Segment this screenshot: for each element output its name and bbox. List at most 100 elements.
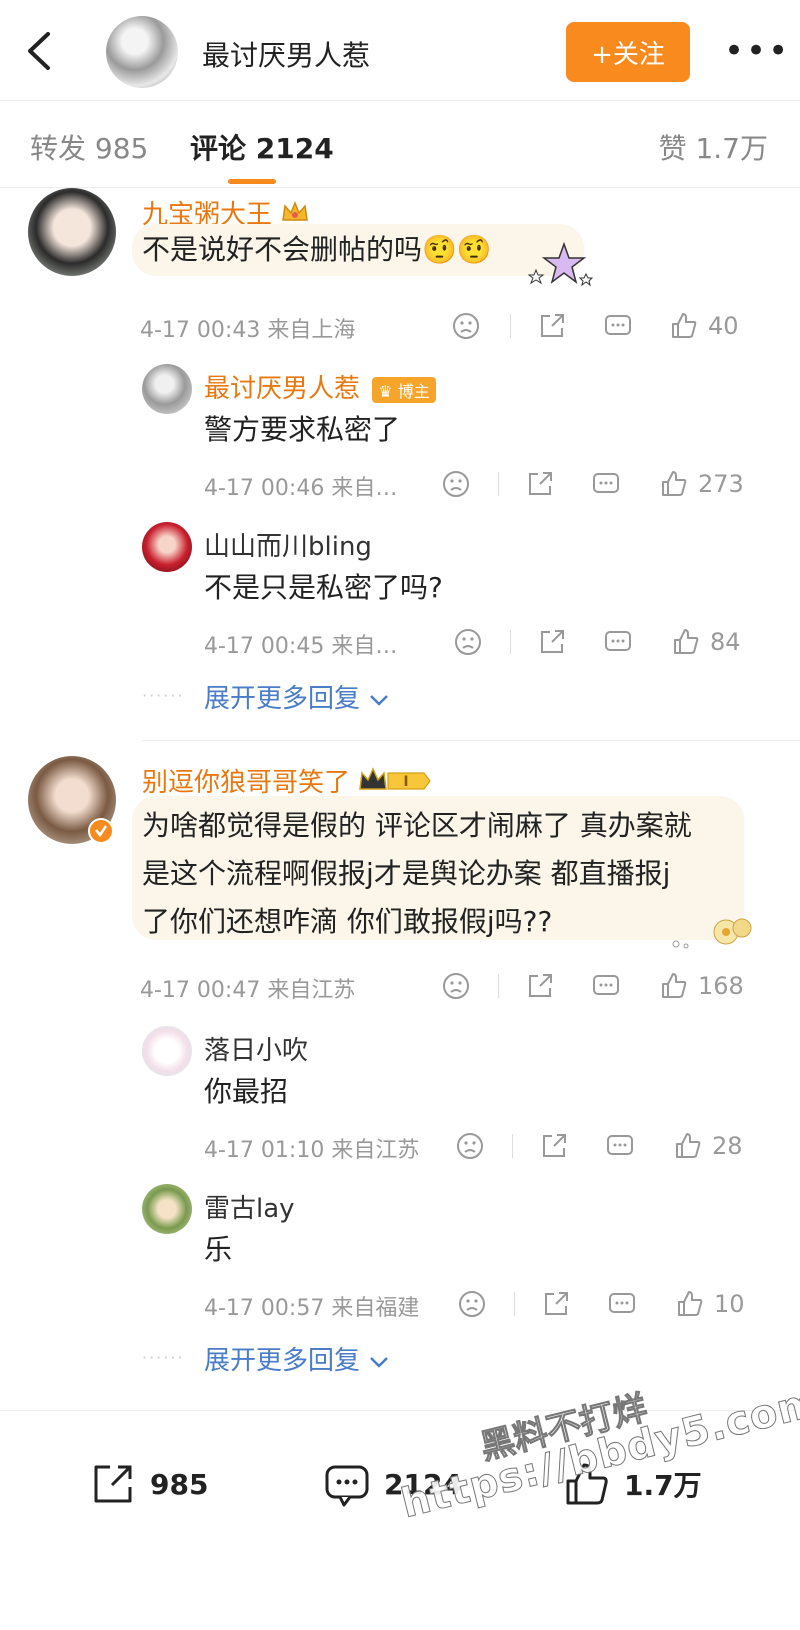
reply-text: 乐 bbox=[204, 1233, 233, 1266]
expand-dots: ······ bbox=[142, 1348, 185, 1367]
repost-button[interactable]: 985 bbox=[88, 1459, 208, 1509]
like-count: 10 bbox=[714, 1290, 745, 1318]
reply-actions: 273 bbox=[440, 464, 780, 504]
comment-text-body: 不是说好不会删帖的吗 bbox=[142, 233, 423, 266]
expand-replies-link[interactable]: 展开更多回复 bbox=[204, 678, 390, 715]
like-button[interactable]: 10 bbox=[674, 1284, 745, 1324]
comment-icon bbox=[593, 473, 619, 493]
active-tab-indicator bbox=[228, 179, 276, 184]
expand-dots: ······ bbox=[142, 686, 185, 705]
chevron-down-icon bbox=[370, 694, 389, 706]
like-button[interactable]: 40 bbox=[668, 306, 739, 346]
tab-repost[interactable]: 转发 985 bbox=[30, 127, 148, 167]
confused-emoji-icon: 🤨🤨 bbox=[422, 233, 492, 266]
divider bbox=[512, 1134, 513, 1158]
verified-icon bbox=[88, 818, 114, 848]
frown-icon bbox=[455, 629, 481, 655]
frown-icon bbox=[453, 313, 479, 339]
like-button[interactable]: 84 bbox=[670, 622, 741, 662]
share-button[interactable] bbox=[536, 622, 568, 662]
author-badge: ♛ 博主 bbox=[372, 376, 436, 403]
badge-label: 博主 bbox=[397, 381, 430, 401]
share-button[interactable] bbox=[536, 306, 568, 346]
like-button[interactable]: 28 bbox=[672, 1126, 743, 1166]
expand-label: 展开更多回复 bbox=[204, 1346, 361, 1376]
dislike-button[interactable] bbox=[456, 1284, 488, 1324]
reply-text: 不是只是私密了吗? bbox=[204, 571, 443, 604]
avatar[interactable] bbox=[142, 1184, 192, 1234]
share-button[interactable] bbox=[540, 1284, 572, 1324]
divider bbox=[498, 974, 499, 998]
reply-username[interactable]: 最讨厌男人惹 ♛ 博主 bbox=[204, 368, 436, 405]
reply-meta: 4-17 00:46 来自… bbox=[204, 476, 398, 501]
username-text: 最讨厌男人惹 bbox=[204, 374, 361, 404]
share-button[interactable] bbox=[538, 1126, 570, 1166]
avatar[interactable] bbox=[142, 522, 192, 572]
frown-icon bbox=[443, 471, 469, 497]
reply-actions: 84 bbox=[452, 622, 782, 662]
share-button[interactable] bbox=[524, 464, 556, 504]
level-badge-label: I bbox=[404, 774, 409, 790]
tab-comments[interactable]: 评论 2124 bbox=[190, 127, 334, 167]
tab-bar: 转发 985 评论 2124 赞 1.7万 bbox=[0, 100, 800, 188]
comment-icon bbox=[607, 1135, 633, 1155]
share-button[interactable] bbox=[524, 966, 556, 1006]
avatar[interactable] bbox=[28, 188, 116, 276]
reply-username[interactable]: 山山而川bling bbox=[204, 526, 372, 563]
tab-likes[interactable]: 赞 1.7万 bbox=[659, 127, 768, 167]
share-icon bbox=[541, 630, 564, 653]
like-count: 84 bbox=[710, 628, 741, 656]
back-button[interactable] bbox=[20, 28, 60, 74]
share-icon bbox=[529, 472, 552, 495]
expand-replies-link[interactable]: 展开更多回复 bbox=[204, 1340, 390, 1377]
comment-meta: 4-17 00:43 来自上海 bbox=[140, 318, 356, 343]
follow-button[interactable]: +关注 bbox=[566, 22, 690, 82]
more-icon[interactable]: ••• bbox=[724, 34, 790, 68]
comment-text-line: 为啥都觉得是假的 评论区才闹麻了 真办案就 bbox=[142, 809, 692, 842]
reply-button[interactable] bbox=[590, 966, 622, 1006]
comment-text-line: 了你们还想咋滴 你们敢报假j吗?? bbox=[142, 905, 553, 938]
like-button[interactable]: 273 bbox=[658, 464, 744, 504]
avatar[interactable] bbox=[142, 364, 192, 414]
reply-button[interactable] bbox=[590, 464, 622, 504]
share-icon bbox=[543, 1134, 566, 1157]
thumbs-up-icon bbox=[676, 1133, 701, 1158]
reply-username[interactable]: 落日小吹 bbox=[204, 1030, 308, 1067]
comment-actions: 40 bbox=[450, 306, 770, 346]
reply-button[interactable] bbox=[606, 1284, 638, 1324]
dislike-button[interactable] bbox=[452, 622, 484, 662]
page-title[interactable]: 最讨厌男人惹 bbox=[202, 34, 370, 74]
share-icon bbox=[529, 974, 552, 997]
thumbs-up-icon bbox=[662, 973, 687, 998]
dislike-button[interactable] bbox=[454, 1126, 486, 1166]
like-count: 28 bbox=[712, 1132, 743, 1160]
comment-actions: 168 bbox=[440, 966, 780, 1006]
like-button[interactable]: 168 bbox=[658, 966, 744, 1006]
comment-text-line: 是这个流程啊假报j才是舆论办案 都直播报j bbox=[142, 857, 671, 890]
repost-count: 985 bbox=[150, 1467, 209, 1501]
comment-icon bbox=[609, 1293, 635, 1313]
avatar[interactable] bbox=[106, 16, 178, 88]
reply-button[interactable] bbox=[602, 622, 634, 662]
dislike-button[interactable] bbox=[450, 306, 482, 346]
thumbs-up-icon bbox=[674, 629, 699, 654]
dislike-button[interactable] bbox=[440, 464, 472, 504]
comment-icon bbox=[605, 631, 631, 651]
divider bbox=[510, 314, 511, 338]
dislike-button[interactable] bbox=[440, 966, 472, 1006]
reply-button[interactable] bbox=[604, 1126, 636, 1166]
like-count: 273 bbox=[698, 470, 744, 498]
reply-actions: 10 bbox=[456, 1284, 786, 1324]
top-bar: 最讨厌男人惹 +关注 ••• bbox=[0, 0, 800, 100]
reply-meta: 4-17 01:10 来自江苏 bbox=[204, 1138, 420, 1163]
reply-meta: 4-17 00:57 来自福建 bbox=[204, 1296, 420, 1321]
comment-icon bbox=[325, 1465, 369, 1507]
comment-icon bbox=[593, 975, 619, 995]
frown-icon bbox=[443, 973, 469, 999]
reply-button[interactable] bbox=[602, 306, 634, 346]
avatar[interactable] bbox=[142, 1026, 192, 1076]
reply-meta: 4-17 00:45 来自… bbox=[204, 634, 398, 659]
reply-username[interactable]: 雷古lay bbox=[204, 1188, 295, 1225]
chevron-left-icon bbox=[28, 32, 50, 70]
like-count: 168 bbox=[698, 972, 744, 1000]
